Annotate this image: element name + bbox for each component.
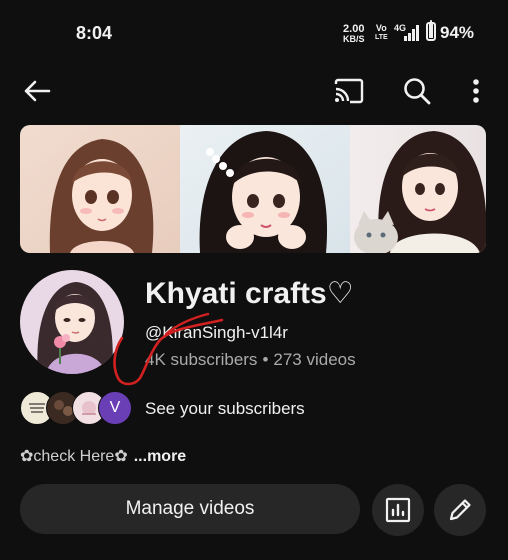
analytics-icon xyxy=(385,497,411,523)
description-text: ✿check Here✿ xyxy=(20,448,128,465)
channel-avatar[interactable] xyxy=(20,270,124,374)
avatar-image xyxy=(20,270,124,374)
volte-indicator: Vo LTE xyxy=(375,24,388,42)
more-vert-icon xyxy=(473,79,479,103)
cast-button[interactable] xyxy=(331,74,367,108)
channel-handle: @KiranSingh-v1l4r xyxy=(145,323,288,342)
video-count: 273 videos xyxy=(273,350,356,369)
channel-description[interactable]: ✿check Here✿ ...more xyxy=(20,446,186,466)
volte-bottom: LTE xyxy=(375,34,388,41)
battery-percent: 94% xyxy=(440,23,475,42)
top-app-bar xyxy=(0,66,508,116)
channel-name: Khyati crafts♡ xyxy=(145,277,354,310)
net-speed-unit: KB/S xyxy=(343,34,365,44)
net-speed: 2.00 KB/S xyxy=(343,24,365,44)
back-button[interactable] xyxy=(20,74,54,108)
subscriber-avatar-letter: V xyxy=(98,391,132,425)
manage-videos-button[interactable]: Manage videos xyxy=(20,484,360,534)
battery-icon xyxy=(426,20,436,41)
arrow-left-icon xyxy=(24,80,51,102)
banner-image xyxy=(20,125,486,253)
subscriber-avatars[interactable]: V xyxy=(20,391,132,425)
channel-banner xyxy=(20,125,486,253)
analytics-button[interactable] xyxy=(372,484,424,536)
pencil-icon xyxy=(449,499,471,521)
channel-stats: 4K subscribers • 273 videos xyxy=(145,350,356,370)
status-bar: 8:04 2.00 KB/S Vo LTE 4G 94% xyxy=(0,0,508,66)
more-options-button[interactable] xyxy=(464,74,488,108)
more-link[interactable]: ...more xyxy=(134,448,186,465)
edit-button[interactable] xyxy=(434,484,486,536)
network-type: 4G xyxy=(394,23,406,33)
subscriber-count: 4K subscribers xyxy=(145,350,258,369)
stats-separator: • xyxy=(262,350,269,369)
signal-icon: 4G xyxy=(394,22,420,47)
cast-icon xyxy=(334,78,364,104)
see-subscribers-link[interactable]: See your subscribers xyxy=(145,399,305,419)
search-icon xyxy=(404,78,431,105)
status-time: 8:04 xyxy=(76,23,113,43)
search-button[interactable] xyxy=(400,74,434,108)
volte-top: Vo xyxy=(375,23,387,33)
battery-level-fill xyxy=(429,23,433,38)
